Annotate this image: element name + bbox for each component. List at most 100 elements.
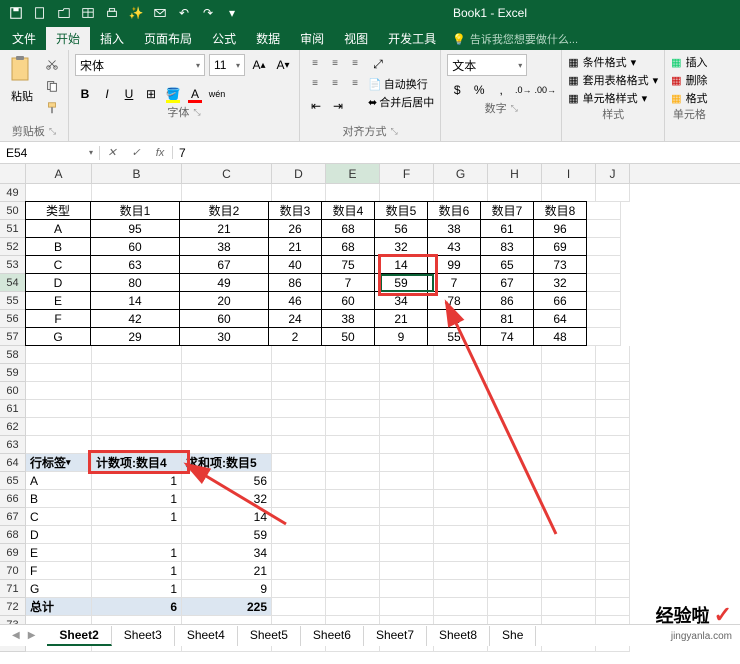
cell[interactable] xyxy=(596,562,630,580)
cell[interactable] xyxy=(434,382,488,400)
cell[interactable]: 1 xyxy=(92,562,182,580)
tab-home[interactable]: 开始 xyxy=(46,27,90,50)
tab-review[interactable]: 审阅 xyxy=(290,27,334,50)
row-header-59[interactable]: 59 xyxy=(0,364,26,382)
cell[interactable]: 60 xyxy=(90,237,180,256)
row-header-61[interactable]: 61 xyxy=(0,400,26,418)
cell[interactable]: 83 xyxy=(480,237,534,256)
cell[interactable]: 44 xyxy=(427,309,481,328)
wrap-text-button[interactable]: 📄自动换行 xyxy=(368,76,434,92)
cell[interactable] xyxy=(596,544,630,562)
cell[interactable] xyxy=(542,562,596,580)
row-header-72[interactable]: 72 xyxy=(0,598,26,616)
cell[interactable] xyxy=(542,598,596,616)
format-painter-button[interactable] xyxy=(42,98,62,118)
cell[interactable] xyxy=(434,562,488,580)
col-header-H[interactable]: H xyxy=(488,164,542,183)
copy-button[interactable] xyxy=(42,76,62,96)
cell[interactable] xyxy=(596,526,630,544)
cell[interactable]: 64 xyxy=(533,309,587,328)
phonetic-button[interactable]: wén xyxy=(207,84,227,104)
cell[interactable] xyxy=(272,544,326,562)
cell[interactable] xyxy=(326,454,380,472)
cell[interactable]: 99 xyxy=(427,255,481,274)
qat-customize-icon[interactable]: ▾ xyxy=(221,2,243,24)
align-middle-button[interactable]: ≡ xyxy=(326,54,344,72)
cell[interactable] xyxy=(380,580,434,598)
conditional-format-button[interactable]: ▦条件格式 ▾ xyxy=(568,54,658,70)
cell[interactable]: 6 xyxy=(92,598,182,616)
col-header-E[interactable]: E xyxy=(326,164,380,183)
cell[interactable] xyxy=(488,382,542,400)
cell[interactable]: G xyxy=(26,580,92,598)
cell[interactable] xyxy=(596,598,630,616)
cell[interactable]: 32 xyxy=(182,490,272,508)
sheet-tab-Sheet7[interactable]: Sheet7 xyxy=(364,626,427,646)
cell[interactable]: 类型 xyxy=(25,201,91,220)
cell[interactable] xyxy=(326,580,380,598)
cell[interactable] xyxy=(380,382,434,400)
cell[interactable]: 60 xyxy=(321,291,375,310)
cell[interactable] xyxy=(596,364,630,382)
tab-formulas[interactable]: 公式 xyxy=(202,27,246,50)
cell[interactable]: 21 xyxy=(179,219,269,238)
name-box[interactable]: E54▾ xyxy=(0,146,100,160)
cell[interactable] xyxy=(380,544,434,562)
cell[interactable]: 65 xyxy=(480,255,534,274)
increase-font-button[interactable]: A▴ xyxy=(249,55,269,75)
cell[interactable] xyxy=(326,472,380,490)
cell[interactable] xyxy=(182,184,272,202)
row-header-55[interactable]: 55 xyxy=(0,292,26,310)
cell[interactable]: 1 xyxy=(92,472,182,490)
sheet-nav-next[interactable]: ▶ xyxy=(28,630,36,641)
cell[interactable] xyxy=(434,184,488,202)
fx-button[interactable]: fx xyxy=(148,146,172,159)
cell[interactable] xyxy=(542,364,596,382)
cell[interactable] xyxy=(272,184,326,202)
cell[interactable]: 34 xyxy=(182,544,272,562)
table-icon[interactable] xyxy=(77,2,99,24)
cell-styles-button[interactable]: ▦单元格样式 ▾ xyxy=(568,90,658,106)
align-center-button[interactable]: ≡ xyxy=(326,74,344,92)
decrease-decimal-button[interactable]: .00→ xyxy=(535,80,555,100)
cell[interactable]: G xyxy=(25,327,91,346)
italic-button[interactable]: I xyxy=(97,84,117,104)
cell[interactable] xyxy=(542,526,596,544)
cell[interactable] xyxy=(434,418,488,436)
cell[interactable]: 61 xyxy=(480,219,534,238)
formula-input[interactable]: 7 xyxy=(173,146,740,160)
cell[interactable] xyxy=(380,436,434,454)
cell[interactable] xyxy=(587,238,621,256)
cell[interactable] xyxy=(488,418,542,436)
cell[interactable]: 67 xyxy=(179,255,269,274)
cell[interactable] xyxy=(380,346,434,364)
cell[interactable] xyxy=(182,346,272,364)
cell[interactable]: C xyxy=(26,508,92,526)
cell[interactable] xyxy=(26,184,92,202)
cell[interactable]: 40 xyxy=(268,255,322,274)
bold-button[interactable]: B xyxy=(75,84,95,104)
cell[interactable]: 225 xyxy=(182,598,272,616)
cell[interactable]: 56 xyxy=(374,219,428,238)
cell[interactable] xyxy=(380,454,434,472)
table-format-button[interactable]: ▦套用表格格式 ▾ xyxy=(568,72,658,88)
cell[interactable]: 95 xyxy=(90,219,180,238)
cell[interactable] xyxy=(326,400,380,418)
cell[interactable]: 数目4 xyxy=(321,201,375,220)
cell[interactable] xyxy=(488,400,542,418)
cell[interactable]: 81 xyxy=(480,309,534,328)
cell[interactable] xyxy=(380,472,434,490)
sheet-tab-Sheet3[interactable]: Sheet3 xyxy=(112,626,175,646)
cell[interactable] xyxy=(92,346,182,364)
cell[interactable] xyxy=(488,580,542,598)
cell[interactable] xyxy=(587,202,621,220)
cell[interactable] xyxy=(26,418,92,436)
cell[interactable]: 46 xyxy=(268,291,322,310)
cell[interactable] xyxy=(542,544,596,562)
cell[interactable] xyxy=(26,436,92,454)
cut-button[interactable] xyxy=(42,54,62,74)
col-header-A[interactable]: A xyxy=(26,164,92,183)
cell[interactable] xyxy=(434,436,488,454)
row-header-69[interactable]: 69 xyxy=(0,544,26,562)
col-header-F[interactable]: F xyxy=(380,164,434,183)
